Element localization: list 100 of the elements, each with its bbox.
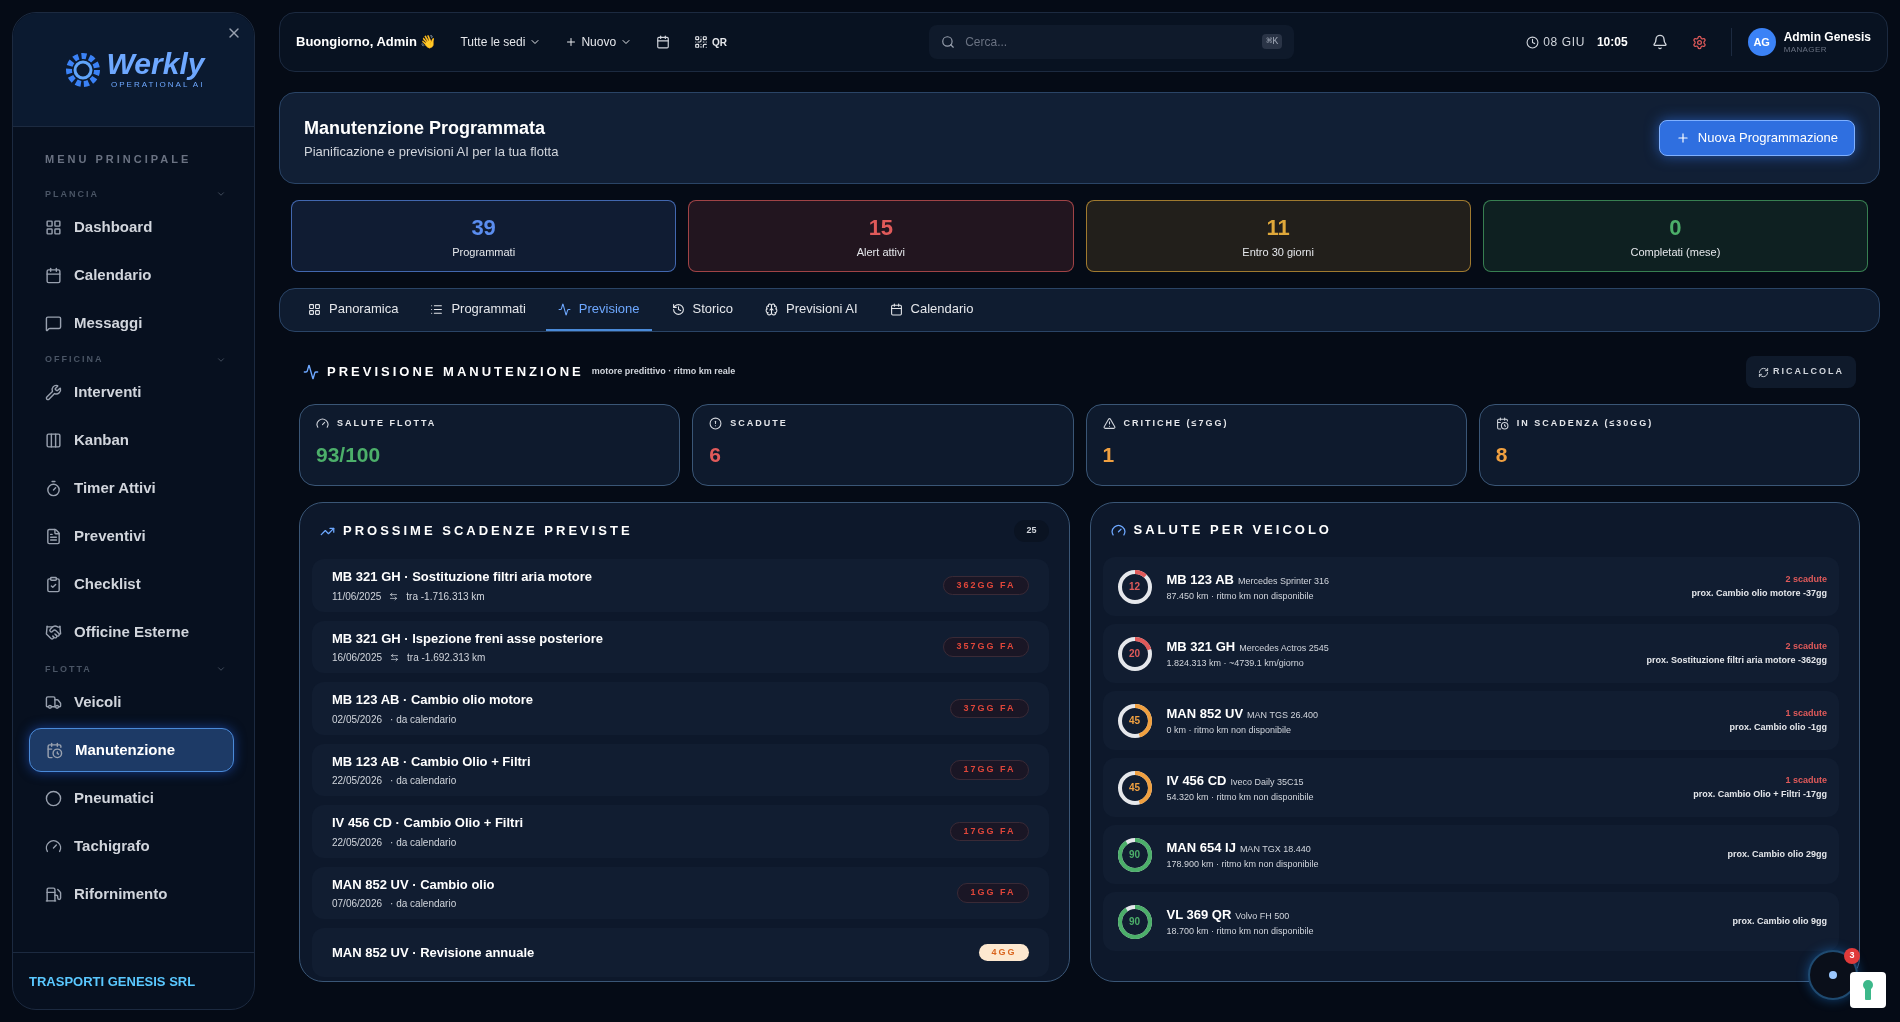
tab[interactable]: Previsioni AI (752, 289, 870, 331)
menu-item[interactable]: Preventivi (29, 514, 234, 559)
site-filter[interactable]: Tutte le sedi (460, 33, 542, 51)
deadline-detail: · da calendario (390, 835, 457, 850)
deadline-row[interactable]: MB 321 GH · Sostituzione filtri aria motore 11/06/2025 tra -1.716.313 km 362GG FA (312, 559, 1049, 612)
tab-icon (430, 302, 444, 316)
vehicle-row[interactable]: 90 VL 369 QR Volvo FH 500 18.700 km · ritmo km non disponibile prox. Cambio olio 9gg (1102, 892, 1839, 951)
menu-item[interactable]: Tachigrafo (29, 824, 234, 868)
vehicle-plate: MAN 852 UV (1166, 705, 1244, 723)
user-name: Admin Genesis (1783, 29, 1871, 45)
overdue-count: 1 scadute (1785, 707, 1827, 720)
tab[interactable]: Calendario (877, 289, 986, 331)
metric-label: IN SCADENZA (≤30GG) (1516, 417, 1654, 430)
menu-item[interactable]: Kanban (29, 418, 234, 463)
vehicle-plate: VL 369 QR (1166, 906, 1232, 924)
deadline-title: IV 456 CD · Cambio Olio + Filtri (332, 814, 524, 832)
gauge-icon (1110, 522, 1126, 538)
tab[interactable]: Storico (659, 289, 745, 331)
deadline-detail: tra -1.716.313 km (406, 589, 485, 604)
deadline-row[interactable]: MB 123 AB · Cambio olio motore 02/05/2026 · da calendario 37GG FA (312, 682, 1049, 735)
new-schedule-button[interactable]: Nuova Programmazione (1658, 120, 1855, 156)
stat-value: 15 (868, 214, 894, 243)
next-service: prox. Sostituzione filtri aria motore -362gg (1646, 653, 1827, 667)
stat-value: 39 (471, 214, 496, 243)
vehicle-plate: IV 456 CD (1166, 772, 1227, 790)
company-name: TRASPORTI GENESIS SRL (29, 974, 196, 989)
deadline-date: 22/05/2026 (332, 835, 383, 850)
vehicle-detail: 0 km · ritmo km non disponibile (1166, 723, 1293, 737)
date: 08 GIU (1543, 34, 1585, 51)
days-badge: 37GG FA (950, 698, 1029, 718)
metric-label: SALUTE FLOTTA (337, 417, 437, 430)
menu-item[interactable]: Rifornimento (29, 872, 234, 916)
next-service: prox. Cambio olio motore -37gg (1691, 586, 1827, 600)
deadline-date: 07/06/2026 (332, 897, 383, 911)
menu-item[interactable]: Messaggi (29, 301, 234, 345)
menu-item[interactable]: Manutenzione (29, 728, 234, 772)
tab[interactable]: Panoramica (296, 289, 411, 331)
deadline-row[interactable]: MB 123 AB · Cambio Olio + Filtri 22/05/2026 · da calendario 17GG FA (312, 743, 1049, 796)
menu-item[interactable]: Timer Attivi (29, 466, 234, 511)
vehicle-row[interactable]: 45 IV 456 CD Iveco Daily 35C15 54.320 km · ritmo km non disponibile 1 scadute prox. Cambio Olio + Filtri -17gg (1102, 758, 1839, 817)
qr-button[interactable]: QR (694, 34, 728, 50)
menu-icon (45, 480, 62, 497)
section-title: PREVISIONE MANUTENZIONE (327, 363, 584, 382)
menu-item[interactable]: Veicoli (29, 680, 234, 724)
menu-item[interactable]: Checklist (29, 562, 234, 607)
deadline-title: MAN 852 UV · Revisione annuale (332, 943, 535, 962)
menu-item[interactable]: Officine Esterne (29, 610, 234, 655)
tab[interactable]: Programmati (418, 289, 538, 331)
deadline-title: MB 321 GH · Ispezione freni asse posteriore (332, 629, 603, 648)
vehicle-detail: 18.700 km · ritmo km non disponibile (1166, 924, 1315, 938)
menu-item[interactable]: Calendario (29, 253, 234, 297)
section-subtitle: motore predittivo · ritmo km reale (591, 365, 736, 379)
user-avatar[interactable]: AG (1747, 28, 1776, 56)
deadline-date: 16/06/2025 (332, 651, 383, 665)
next-service: prox. Cambio olio -1gg (1729, 720, 1827, 734)
vehicle-plate: MB 123 AB (1166, 571, 1234, 589)
deadline-row[interactable]: IV 456 CD · Cambio Olio + Filtri 22/05/2026 · da calendario 17GG FA (312, 805, 1049, 858)
menu-item[interactable]: Pneumatici (29, 776, 234, 820)
panel-title: PROSSIME SCADENZE PREVISTE (343, 522, 633, 541)
settings-button[interactable] (1691, 34, 1707, 50)
menu-icon (45, 314, 62, 332)
next-service: prox. Cambio olio 29gg (1727, 847, 1827, 861)
vehicle-detail: 54.320 km · ritmo km non disponibile (1166, 790, 1315, 804)
refresh-icon (1758, 366, 1769, 378)
tab-icon (764, 302, 778, 316)
stat-value: 0 (1669, 214, 1682, 243)
deadline-detail: · da calendario (390, 712, 457, 727)
notification-badge: 3 (1844, 948, 1860, 964)
menu-icon (45, 576, 62, 593)
menu-icon (46, 741, 63, 759)
tab-icon (889, 302, 903, 316)
deadline-row[interactable]: MB 321 GH · Ispezione freni asse posteriore 16/06/2025 tra -1.692.313 km 357GG FA (312, 620, 1049, 673)
vehicle-model: Iveco Daily 35C15 (1230, 776, 1304, 789)
menu-icon (45, 837, 62, 855)
vehicle-row[interactable]: 20 MB 321 GH Mercedes Actros 2545 1.824.313 km · ~4739.1 km/giorno 2 scadute prox. Sostituzione filtri aria motore -362gg (1102, 624, 1839, 683)
vehicle-row[interactable]: 12 MB 123 AB Mercedes Sprinter 316 87.450 km · ritmo km non disponibile 2 scadute prox. Cambio olio motore -37gg (1102, 557, 1839, 616)
menu-item[interactable]: Interventi (29, 370, 234, 415)
deadline-detail: · da calendario (390, 774, 457, 788)
notifications-button[interactable] (1651, 34, 1668, 50)
vehicle-detail: 1.824.313 km · ~4739.1 km/giorno (1166, 656, 1305, 670)
deadline-row[interactable]: MAN 852 UV · Cambio olio 07/06/2026 · da calendario 1GG FA (312, 866, 1049, 919)
lens-icon (1829, 971, 1837, 979)
menu-icon (45, 266, 62, 284)
new-button[interactable]: Nuovo (565, 33, 633, 51)
metric-value: 93/100 (316, 441, 382, 468)
overdue-count: 1 scadute (1785, 774, 1827, 787)
deadline-title: MB 321 GH · Sostituzione filtri aria motore (332, 568, 593, 586)
tab[interactable]: Previsione (545, 289, 652, 331)
deadline-row[interactable]: MAN 852 UV · Revisione annuale 4GG (312, 928, 1049, 977)
stat-value: 11 (1266, 214, 1290, 243)
vehicle-model: MAN TGX 18.440 (1239, 843, 1311, 856)
menu-item[interactable]: Dashboard (29, 205, 234, 249)
recalculate-button[interactable]: RICALCOLA (1746, 356, 1856, 388)
menu-icon (45, 218, 62, 236)
vehicle-row[interactable]: 90 MAN 654 IJ MAN TGX 18.440 178.900 km · ritmo km non disponibile prox. Cambio olio 29gg (1102, 825, 1839, 884)
metric-label: CRITICHE (≤7GG) (1123, 417, 1229, 430)
vehicle-row[interactable]: 45 MAN 852 UV MAN TGS 26.400 0 km · ritmo km non disponibile 1 scadute prox. Cambio olio -1gg (1102, 691, 1839, 750)
metric-value: 8 (1495, 441, 1509, 468)
menu-icon (45, 885, 62, 903)
calendar-button[interactable] (656, 35, 671, 49)
